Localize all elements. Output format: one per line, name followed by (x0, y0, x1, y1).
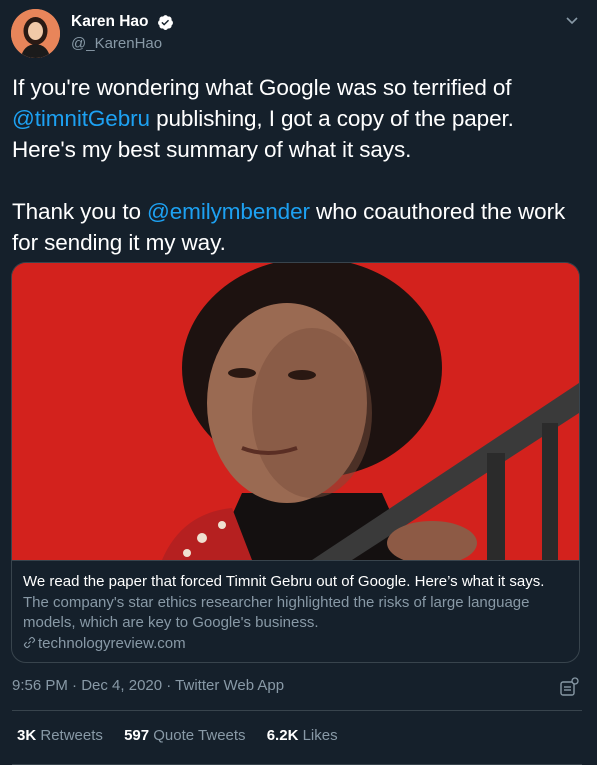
tweet-text: If you're wondering what Google was so t… (12, 72, 582, 258)
link-preview-card[interactable]: We read the paper that forced Timnit Geb… (11, 262, 580, 663)
quote-tweets-stat[interactable]: 597 Quote Tweets (124, 727, 245, 744)
author-info: Karen Hao @_KarenHao (71, 13, 174, 52)
engagement-stats: 3K Retweets 597 Quote Tweets 6.2K Likes (17, 727, 355, 744)
tweet-meta: 9:56 PM · Dec 4, 2020 · Twitter Web App (12, 677, 284, 694)
likes-count: 6.2K (266, 727, 299, 744)
meta-separator: · (162, 677, 176, 694)
tweet-source[interactable]: Twitter Web App (175, 677, 284, 694)
card-info: We read the paper that forced Timnit Geb… (12, 560, 579, 662)
verified-badge-icon (157, 14, 174, 31)
card-domain-text: technologyreview.com (38, 635, 186, 652)
link-icon (23, 635, 36, 649)
retweets-stat[interactable]: 3K Retweets (17, 727, 103, 744)
mention-link[interactable]: @emilymbender (147, 199, 310, 224)
analytics-icon[interactable] (559, 677, 579, 697)
tweet-time[interactable]: 9:56 PM (12, 677, 68, 694)
tweet-text-segment: Thank you to (12, 199, 148, 224)
likes-stat[interactable]: 6.2K Likes (267, 727, 338, 744)
chevron-down-icon[interactable] (564, 12, 580, 28)
likes-label: Likes (302, 727, 338, 744)
quote-tweets-label: Quote Tweets (153, 727, 246, 744)
avatar[interactable] (11, 9, 60, 58)
meta-separator: · (67, 677, 82, 694)
tweet-paragraph-1: If you're wondering what Google was so t… (12, 72, 582, 165)
mention-link[interactable]: @timnitGebru (12, 106, 150, 131)
retweets-count: 3K (17, 727, 37, 744)
card-domain: technologyreview.com (23, 634, 568, 654)
card-image[interactable] (12, 263, 579, 560)
tweet-paragraph-2: Thank you to @emilymbender who coauthore… (12, 196, 582, 258)
tweet-date[interactable]: Dec 4, 2020 (81, 677, 162, 694)
divider (12, 710, 582, 711)
card-description: The company's star ethics researcher hig… (23, 594, 530, 631)
retweets-label: Retweets (40, 727, 103, 744)
quote-tweets-count: 597 (124, 727, 150, 744)
display-name[interactable]: Karen Hao (71, 13, 149, 31)
card-title: We read the paper that forced Timnit Geb… (23, 573, 545, 590)
author-handle[interactable]: @_KarenHao (71, 35, 174, 52)
tweet-header: Karen Hao @_KarenHao (11, 9, 586, 59)
tweet-text-segment: If you're wondering what Google was so t… (12, 75, 512, 100)
